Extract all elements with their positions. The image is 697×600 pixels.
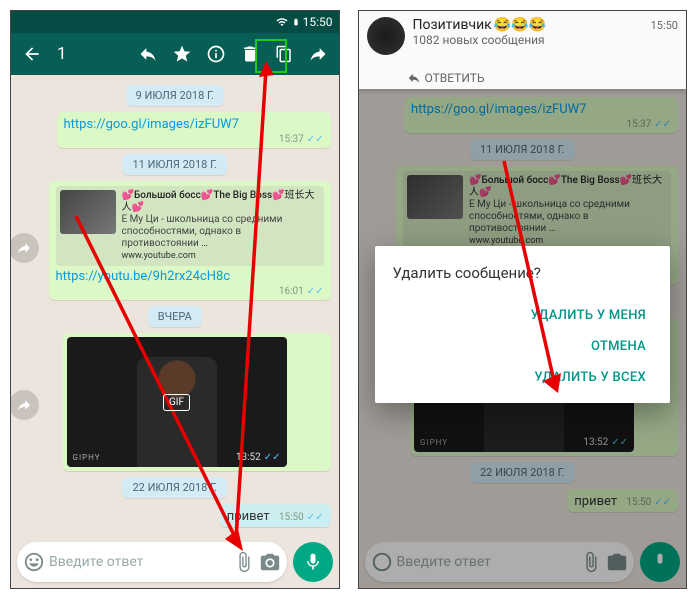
selection-action-bar: 1	[11, 33, 339, 75]
back-button[interactable]	[15, 33, 49, 75]
reply-icon	[407, 71, 421, 85]
forward-button[interactable]	[301, 33, 335, 75]
date-chip: 9 ИЮЛЯ 2018 Г.	[126, 85, 224, 106]
attach-icon[interactable]	[233, 551, 255, 573]
notif-title: Позитивчик	[413, 17, 492, 33]
notification-banner[interactable]: Позитивчик😂😂😂15:50 1082 новых сообщения …	[359, 11, 687, 89]
input-placeholder: Введите ответ	[49, 554, 229, 570]
preview-title: 💕Большой босс💕The Big Boss💕班长大人💕	[122, 190, 320, 214]
read-ticks-icon: ✓✓	[307, 134, 324, 145]
highlight-delete	[255, 39, 287, 73]
info-button[interactable]	[199, 33, 233, 75]
star-button[interactable]	[165, 33, 199, 75]
link-preview[interactable]: 💕Большой босс💕The Big Boss💕班长大人💕 Е Му Ци…	[56, 186, 324, 266]
date-chip: 11 ИЮЛЯ 2018 Г.	[122, 154, 227, 175]
selection-count: 1	[49, 44, 75, 64]
battery-icon	[292, 16, 300, 28]
cancel-button[interactable]: ОТМЕНА	[393, 331, 653, 362]
input-bar: Введите ответ	[17, 542, 333, 582]
notif-time: 15:50	[651, 19, 678, 32]
message-input[interactable]: Введите ответ	[17, 542, 287, 582]
gif-badge: GIF	[163, 394, 190, 411]
date-chip: ВЧЕРА	[148, 306, 202, 327]
message-text: привет	[227, 509, 270, 524]
preview-url: www.youtube.com	[122, 250, 320, 262]
phone-right: https://goo.gl/images/izFUW7 15:37✓✓ 11 …	[358, 10, 688, 589]
gif-content[interactable]: GIF GIPHY 13:52✓✓	[67, 337, 287, 467]
message-link-1[interactable]: https://goo.gl/images/izFUW7 15:37✓✓	[57, 112, 331, 148]
phone-left: 15:50 1 9 ИЮЛЯ 2018 Г. https://goo.gl/im…	[10, 10, 340, 589]
reply-button[interactable]	[131, 33, 165, 75]
read-ticks-icon: ✓✓	[264, 452, 281, 463]
status-bar: 15:50	[11, 11, 339, 33]
avatar	[367, 17, 405, 55]
emoji-icon[interactable]	[23, 551, 45, 573]
laugh-emoji-icon: 😂😂😂	[494, 17, 546, 33]
mic-button[interactable]	[293, 542, 333, 582]
notif-subtitle: 1082 новых сообщения	[413, 33, 679, 47]
message-gif[interactable]: GIF GIPHY 13:52✓✓	[63, 333, 331, 471]
camera-icon[interactable]	[259, 551, 281, 573]
preview-thumb	[60, 190, 116, 234]
date-chip: 22 ИЮЛЯ 2018 Г.	[122, 477, 227, 498]
status-time: 15:50	[303, 15, 333, 29]
notif-reply-button[interactable]: ОТВЕТИТЬ	[407, 71, 485, 85]
dialog-title: Удалить сообщение?	[393, 264, 653, 282]
wifi-icon	[275, 16, 289, 28]
chat-panel[interactable]: 9 ИЮЛЯ 2018 Г. https://goo.gl/images/izF…	[11, 75, 339, 548]
read-ticks-icon: ✓✓	[307, 512, 324, 523]
message-link-text[interactable]: https://goo.gl/images/izFUW7	[64, 117, 239, 132]
giphy-label: GIPHY	[73, 453, 101, 462]
forward-circle-icon[interactable]	[11, 233, 39, 263]
message-link-text[interactable]: https://youtu.be/9h2rx24cH8c	[56, 269, 231, 284]
message-youtube[interactable]: 💕Большой босс💕The Big Boss💕班长大人💕 Е Му Ци…	[49, 181, 331, 300]
delete-for-me-button[interactable]: УДАЛИТЬ У МЕНЯ	[393, 300, 653, 331]
forward-circle-icon[interactable]	[11, 390, 39, 420]
preview-desc: Е Му Ци - школьница со средними способно…	[122, 214, 320, 250]
read-ticks-icon: ✓✓	[307, 286, 324, 297]
message-selected[interactable]: привет 15:50✓✓	[220, 504, 331, 527]
